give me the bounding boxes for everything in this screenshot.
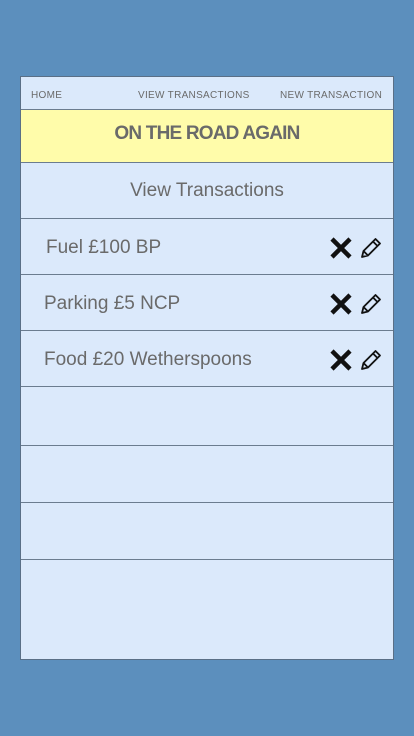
page-title: View Transactions: [130, 180, 284, 201]
nav-view-transactions-link[interactable]: VIEW TRANSACTIONS: [138, 90, 250, 101]
top-nav: HOME VIEW TRANSACTIONS NEW TRANSACTION: [21, 77, 393, 110]
delete-icon[interactable]: [328, 347, 354, 373]
app-banner: ON THE ROAD AGAIN: [21, 110, 393, 163]
transaction-row: Food £20 Wetherspoons: [21, 331, 393, 387]
transaction-label: Fuel £100 BP: [46, 237, 162, 258]
app-title: ON THE ROAD AGAIN: [114, 123, 300, 144]
nav-new-transaction-link[interactable]: NEW TRANSACTION: [280, 90, 382, 101]
empty-row: [21, 446, 393, 503]
section-header: View Transactions: [21, 163, 393, 219]
edit-pencil-icon[interactable]: [358, 235, 384, 261]
transaction-row: Fuel £100 BP: [21, 219, 393, 275]
nav-home-link[interactable]: HOME: [31, 90, 62, 101]
empty-row: [21, 503, 393, 560]
delete-icon[interactable]: [328, 291, 354, 317]
transaction-label: Parking £5 NCP: [44, 293, 181, 314]
transaction-label: Food £20 Wetherspoons: [44, 349, 252, 370]
edit-pencil-icon[interactable]: [358, 291, 384, 317]
app-panel: HOME VIEW TRANSACTIONS NEW TRANSACTION O…: [20, 76, 394, 660]
edit-pencil-icon[interactable]: [358, 347, 384, 373]
transaction-row: Parking £5 NCP: [21, 275, 393, 331]
delete-icon[interactable]: [328, 235, 354, 261]
empty-row: [21, 387, 393, 446]
